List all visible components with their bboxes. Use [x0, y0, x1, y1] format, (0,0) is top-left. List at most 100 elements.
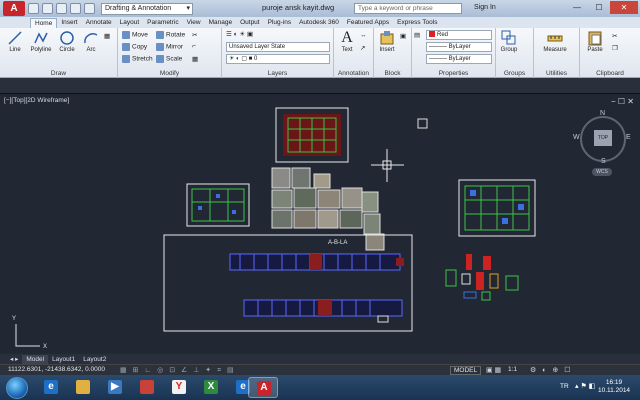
current-layer-dropdown[interactable]: ☀ ◐ ▢ ■ 0: [226, 54, 330, 64]
line-tool[interactable]: Line: [4, 30, 26, 53]
close-button[interactable]: ✕: [610, 1, 638, 14]
layout-nav-icon[interactable]: ◂ ▸: [6, 355, 22, 364]
array-icon[interactable]: ▦: [192, 55, 198, 63]
wcs-menu[interactable]: WCS: [592, 168, 612, 176]
tab-annotate[interactable]: Annotate: [82, 18, 116, 28]
tab-express-tools[interactable]: Express Tools: [393, 18, 441, 28]
measure-tool[interactable]: Measure: [538, 30, 572, 53]
draw-more-icon[interactable]: ▦: [104, 32, 110, 40]
utilities-panel-title[interactable]: Utilities: [534, 70, 579, 77]
move-tool[interactable]: Move: [122, 31, 148, 39]
save-icon[interactable]: [56, 3, 67, 14]
taskbar-yandex[interactable]: Y: [164, 377, 194, 398]
new-file-icon[interactable]: [28, 3, 39, 14]
arc-tool[interactable]: Arc: [80, 30, 102, 53]
drawing-canvas[interactable]: A-B-LA Y X: [0, 94, 640, 354]
linetype-dropdown[interactable]: ——— ByLayer: [426, 42, 492, 52]
tab-layout2[interactable]: Layout2: [79, 355, 110, 364]
undo-icon[interactable]: [70, 3, 81, 14]
taskbar-media[interactable]: ▶: [100, 377, 130, 398]
annotation-panel: A Text ↔ ↗ Annotation: [334, 28, 374, 78]
tab-output[interactable]: Output: [236, 18, 264, 28]
tab-manage[interactable]: Manage: [205, 18, 237, 28]
copy-clip-icon[interactable]: ❐: [612, 44, 618, 52]
workspace-dropdown[interactable]: Drafting & Annotation: [101, 2, 193, 15]
insert-tool[interactable]: Insert: [376, 30, 398, 53]
status-tray-icons[interactable]: ⚙ ◐ ⊕ ☐: [530, 366, 572, 374]
layers-panel-title[interactable]: Layers: [222, 70, 333, 77]
tab-insert[interactable]: Insert: [57, 18, 81, 28]
tray-icons[interactable]: ▴ ⚑ ◧: [575, 382, 595, 390]
clipboard-panel-title[interactable]: Clipboard: [580, 70, 640, 77]
coordinate-readout[interactable]: 11122.6301, -21438.6342, 0.0000: [8, 366, 105, 373]
drafting-toggles-icon[interactable]: ▦ ⊞ ∟ ◎ ⊡ ∠ ⊥ ✦ ⌗ ▤: [120, 366, 236, 375]
open-file-icon[interactable]: [42, 3, 53, 14]
compass-east[interactable]: E: [626, 134, 631, 141]
search-input[interactable]: Type a keyword or phrase: [354, 3, 462, 14]
system-clock[interactable]: 16:19 10.11.2014: [598, 379, 630, 395]
circle-tool[interactable]: Circle: [56, 30, 78, 53]
compass-north[interactable]: N: [600, 110, 605, 117]
text-tool[interactable]: A Text: [336, 30, 358, 54]
tab-plugins[interactable]: Plug-ins: [264, 18, 295, 28]
taskbar-excel[interactable]: X: [196, 377, 226, 398]
taskbar-explorer[interactable]: [68, 377, 98, 398]
tab-parametric[interactable]: Parametric: [143, 18, 182, 28]
fillet-icon[interactable]: ⌐: [192, 43, 196, 50]
groups-panel-title[interactable]: Groups: [496, 70, 533, 77]
tab-model[interactable]: Model: [22, 354, 49, 364]
minimize-button[interactable]: —: [566, 1, 588, 14]
model-space-button[interactable]: MODEL: [450, 366, 482, 375]
title-bar: A Drafting & Annotation puroje ansk kayi…: [0, 0, 640, 17]
layer-state-dropdown[interactable]: Unsaved Layer State: [226, 42, 330, 52]
autocad-logo-icon[interactable]: A: [3, 1, 25, 16]
match-properties-icon[interactable]: ▤: [414, 31, 420, 39]
block-panel-title[interactable]: Block: [374, 70, 411, 77]
taskbar-autocad[interactable]: A: [248, 377, 278, 398]
cut-icon[interactable]: ✂: [612, 32, 617, 40]
viewcube-top-face[interactable]: TOP: [594, 130, 612, 146]
copy-label: Copy: [132, 43, 148, 51]
stretch-tool[interactable]: Stretch: [122, 55, 153, 63]
leader-icon[interactable]: ↗: [360, 44, 365, 52]
drawing-viewport[interactable]: [−][Top][2D Wireframe] − ☐ ✕ A-B-LA Y X …: [0, 94, 640, 354]
sign-in-button[interactable]: Sign In: [474, 4, 496, 11]
trim-icon[interactable]: ✂: [192, 31, 197, 39]
properties-panel-title[interactable]: Properties: [412, 70, 495, 77]
polyline-tool[interactable]: Polyline: [28, 30, 54, 53]
layer-properties-icon[interactable]: ☰ ◐ ☀ ▣: [226, 30, 253, 38]
maximize-button[interactable]: ☐: [588, 1, 610, 14]
color-label: Red: [437, 32, 449, 38]
start-button[interactable]: [6, 377, 28, 399]
annotation-scale[interactable]: 1:1: [508, 366, 517, 373]
paste-tool[interactable]: Paste: [584, 30, 606, 53]
redo-icon[interactable]: [84, 3, 95, 14]
tab-layout[interactable]: Layout: [116, 18, 144, 28]
viewcube[interactable]: TOP: [580, 116, 626, 162]
annotation-panel-title[interactable]: Annotation: [334, 70, 373, 77]
taskbar-app-3d[interactable]: [132, 377, 162, 398]
dimension-icon[interactable]: ↔: [360, 32, 367, 39]
modify-panel-title[interactable]: Modify: [118, 70, 221, 77]
scale-tool[interactable]: Scale: [156, 55, 182, 63]
compass-west[interactable]: W: [573, 134, 580, 141]
language-indicator[interactable]: TR: [560, 383, 569, 390]
svg-text:X: X: [43, 344, 47, 350]
quick-view-icon[interactable]: ▣ ▦: [486, 366, 501, 374]
lineweight-dropdown[interactable]: ——— ByLayer: [426, 54, 492, 64]
tab-layout1[interactable]: Layout1: [48, 355, 79, 364]
tab-home[interactable]: Home: [30, 18, 58, 28]
draw-panel-title[interactable]: Draw: [0, 70, 117, 77]
sheet-left-plan: [191, 188, 245, 222]
create-block-icon[interactable]: ▣: [400, 32, 406, 40]
color-dropdown[interactable]: Red: [426, 30, 492, 40]
compass-south[interactable]: S: [601, 158, 606, 165]
taskbar-ie[interactable]: e: [36, 377, 66, 398]
copy-tool[interactable]: Copy: [122, 43, 147, 51]
tab-featured-apps[interactable]: Featured Apps: [343, 18, 393, 28]
rotate-tool[interactable]: Rotate: [156, 31, 185, 39]
group-tool[interactable]: Group: [498, 30, 520, 53]
tab-autodesk-360[interactable]: Autodesk 360: [295, 18, 343, 28]
mirror-tool[interactable]: Mirror: [156, 43, 183, 51]
tab-view[interactable]: View: [183, 18, 205, 28]
